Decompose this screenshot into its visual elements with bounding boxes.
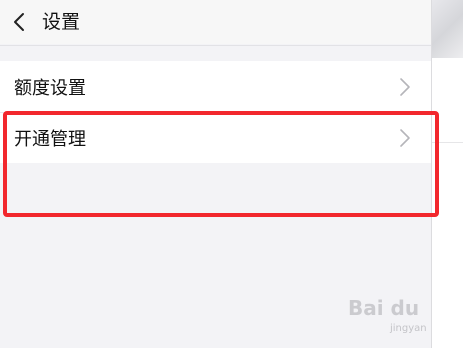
chevron-right-icon: [400, 129, 410, 147]
chevron-left-icon: [14, 13, 24, 31]
list-item-label: 额度设置: [14, 77, 86, 99]
chevron-right-icon: [400, 77, 410, 96]
navigation-bar: 设置: [0, 0, 431, 44]
list-item-label: 开通管理: [14, 129, 86, 150]
divider: [0, 45, 431, 46]
adjacent-panel: [431, 0, 463, 348]
adjacent-panel-image: [432, 0, 463, 58]
watermark-text: Bai du: [348, 296, 420, 320]
watermark-logo: Bai du: [348, 296, 419, 320]
page-title: 设置: [42, 10, 81, 33]
list-item-quota-settings[interactable]: 额度设置: [0, 61, 431, 112]
settings-list: 额度设置 开通管理: [0, 61, 431, 163]
divider: [432, 142, 463, 143]
list-item-activation-management[interactable]: 开通管理: [0, 112, 431, 163]
watermark-subtext: jingyan: [390, 323, 427, 334]
back-button[interactable]: [0, 0, 38, 44]
